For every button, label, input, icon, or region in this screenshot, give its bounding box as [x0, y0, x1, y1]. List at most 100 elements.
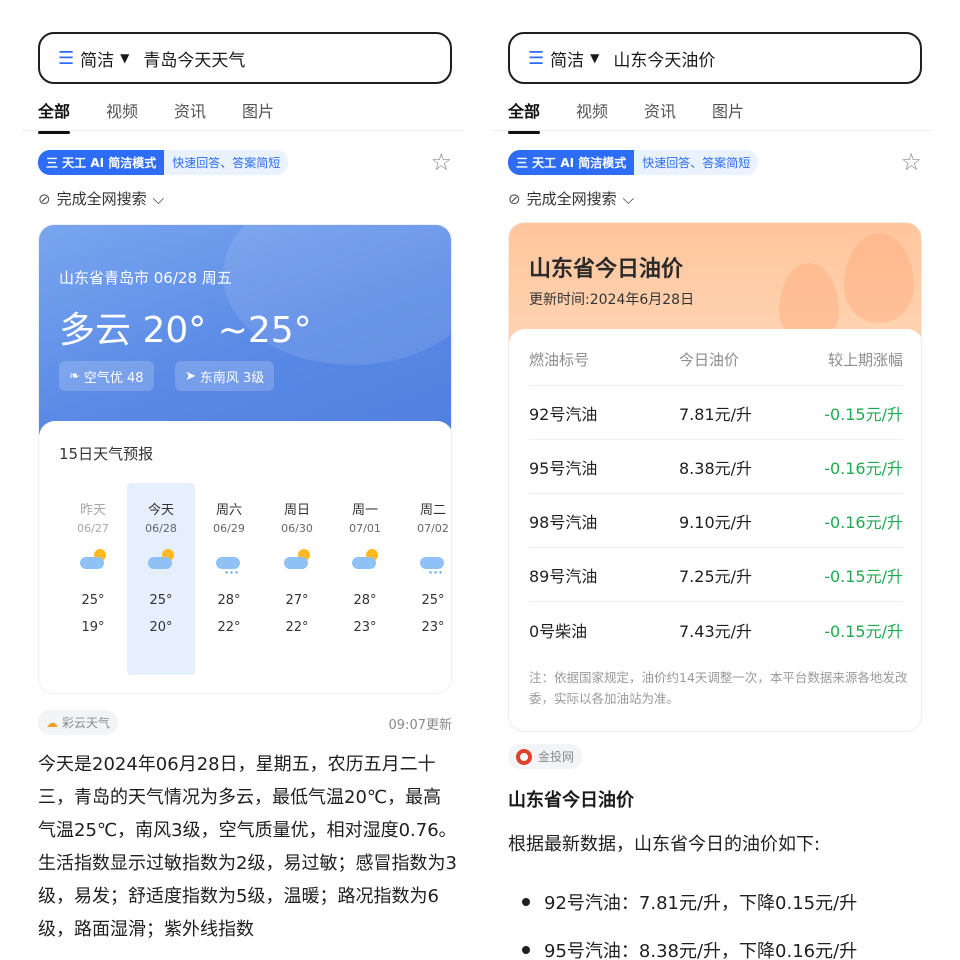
day-label: 周二 — [419, 503, 446, 518]
check-circle-icon: ⊘ — [508, 189, 521, 208]
fuel-change: -0.15元/升 — [824, 405, 903, 424]
table-row: 0号柴油 7.43元/升 -0.15元/升 — [529, 603, 903, 656]
search-bar[interactable]: ☰ 简洁 ▼ 山东今天油价 — [508, 32, 922, 84]
drop-decoration — [844, 233, 914, 323]
tab-video[interactable]: 视频 — [106, 98, 138, 130]
search-query[interactable]: 山东今天油价 — [613, 46, 715, 71]
tab-divider — [492, 130, 932, 131]
oil-note: 注：依据国家规定，油价约14天调整一次，本平台数据来源各地发改委，实际以各加油站… — [529, 670, 908, 706]
tab-video[interactable]: 视频 — [576, 98, 608, 130]
wind-chip: ➤ 东南风 3级 — [175, 361, 275, 391]
temp-high: 25° — [81, 593, 105, 608]
day-date: 07/01 — [349, 522, 381, 535]
table-header: 燃油标号 今日油价 较上期涨幅 — [529, 333, 903, 386]
temp-high: 28° — [353, 593, 377, 608]
fuel-name: 0号柴油 — [529, 621, 588, 641]
forecast-title: 15日天气预报 — [59, 445, 154, 463]
search-complete-toggle[interactable]: ⊘ 完成全网搜索 ⌵ — [38, 188, 164, 209]
update-time: 09:07更新 — [388, 718, 452, 733]
day-label: 周一 — [351, 503, 378, 518]
tab-all[interactable]: 全部 — [38, 98, 71, 134]
weather-card[interactable]: 山东省青岛市 06/28 周五 多云 20° ~25° ❧ 空气优 48 ➤ 东… — [38, 224, 452, 694]
fuel-change: -0.15元/升 — [824, 567, 903, 586]
forecast-day[interactable]: 周一 07/01 28° 23° — [331, 499, 399, 635]
caret-down-icon: ▼ — [590, 51, 600, 65]
fuel-price: 7.81元/升 — [679, 405, 753, 424]
ai-badge: 三 天工 AI 简洁模式 — [38, 150, 165, 175]
temp-low: 22° — [217, 620, 241, 635]
partly-cloudy-icon — [78, 549, 108, 571]
oil-search-panel: ☰ 简洁 ▼ 山东今天油价 全部 视频 资讯 图片 三 天工 AI 简洁模式 快… — [492, 0, 932, 960]
table-row: 98号汽油 9.10元/升 -0.16元/升 — [529, 495, 903, 548]
day-date: 07/02 — [417, 522, 449, 535]
air-quality-chip: ❧ 空气优 48 — [59, 361, 154, 391]
tab-divider — [22, 130, 462, 131]
mode-label: 简洁 — [80, 50, 115, 71]
table-row: 92号汽油 7.81元/升 -0.15元/升 — [529, 387, 903, 440]
chevron-down-icon: ⌵ — [152, 189, 164, 208]
tab-images[interactable]: 图片 — [712, 98, 744, 130]
bullet-text: 92号汽油：7.81元/升，下降0.15元/升 — [544, 893, 858, 914]
forecast-day[interactable]: 周二 07/02 ∙∙∙ 25° 23° — [399, 499, 451, 635]
mode-selector[interactable]: ☰ 简洁 ▼ — [528, 46, 613, 71]
weather-condition: 多云 20° ~25° — [59, 310, 312, 351]
weather-location: 山东省青岛市 06/28 周五 — [59, 269, 232, 287]
bullet-text: 95号汽油：8.38元/升，下降0.16元/升 — [544, 941, 858, 960]
caret-down-icon: ▼ — [120, 51, 130, 65]
weather-summary: 今天是2024年06月28日，星期五，农历五月二十三，青岛的天气情况为多云，最低… — [38, 754, 457, 940]
search-complete-toggle[interactable]: ⊘ 完成全网搜索 ⌵ — [508, 188, 634, 209]
table-row: 95号汽油 8.38元/升 -0.16元/升 — [529, 441, 903, 494]
source-tag[interactable]: ☁ 彩云天气 — [38, 710, 119, 735]
table-row: 89号汽油 7.25元/升 -0.15元/升 — [529, 549, 903, 602]
fuel-change: -0.16元/升 — [824, 513, 903, 532]
ai-desc: 快速回答、答案简短 — [634, 150, 759, 175]
partly-cloudy-icon — [282, 549, 312, 571]
source-name: 金投网 — [538, 750, 575, 764]
oil-update-time: 更新时间:2024年6月28日 — [529, 292, 695, 308]
search-bar[interactable]: ☰ 简洁 ▼ 青岛今天天气 — [38, 32, 452, 84]
tab-news[interactable]: 资讯 — [644, 98, 676, 130]
ai-badge: 三 天工 AI 简洁模式 — [508, 150, 635, 175]
fuel-price: 7.43元/升 — [679, 621, 753, 641]
fuel-name: 95号汽油 — [529, 459, 598, 478]
star-icon[interactable]: ☆ — [430, 148, 452, 176]
check-circle-icon: ⊘ — [38, 189, 51, 208]
star-icon[interactable]: ☆ — [900, 148, 922, 176]
result-tabs: 全部 视频 资讯 图片 — [38, 98, 274, 134]
bullet-icon — [522, 898, 530, 906]
fuel-name: 92号汽油 — [529, 405, 598, 424]
forecast-day[interactable]: 今天 06/28 25° 20° — [127, 499, 195, 635]
mode-selector[interactable]: ☰ 简洁 ▼ — [58, 46, 143, 71]
forecast-day[interactable]: 昨天 06/27 25° 19° — [59, 499, 127, 635]
temp-low: 23° — [421, 620, 445, 635]
fuel-name: 89号汽油 — [529, 567, 598, 586]
weather-header: 山东省青岛市 06/28 周五 多云 20° ~25° ❧ 空气优 48 ➤ 东… — [39, 225, 451, 435]
header-fuel: 燃油标号 — [529, 350, 590, 369]
chevron-down-icon: ⌵ — [622, 189, 634, 208]
tab-images[interactable]: 图片 — [242, 98, 274, 130]
fuel-price: 9.10元/升 — [679, 513, 753, 532]
tab-news[interactable]: 资讯 — [174, 98, 206, 130]
complete-label: 完成全网搜索 — [56, 190, 147, 208]
source-tag[interactable]: 金投网 — [508, 744, 583, 769]
day-label: 今天 — [147, 503, 174, 518]
header-price: 今日油价 — [679, 350, 740, 369]
oil-bullet-list: 92号汽油：7.81元/升，下降0.15元/升 95号汽油：8.38元/升，下降… — [508, 878, 857, 960]
bullet-icon — [522, 946, 530, 954]
temp-high: 27° — [285, 593, 309, 608]
oil-price-card[interactable]: 山东省今日油价 更新时间:2024年6月28日 燃油标号 今日油价 较上期涨幅 … — [508, 222, 922, 732]
forecast-day[interactable]: 周六 06/29 ∙∙∙ 28° 22° — [195, 499, 263, 635]
temp-low: 19° — [81, 620, 105, 635]
search-query[interactable]: 青岛今天天气 — [143, 46, 245, 71]
fuel-price: 7.25元/升 — [679, 567, 753, 586]
weather-search-panel: ☰ 简洁 ▼ 青岛今天天气 全部 视频 资讯 图片 三 天工 AI 简洁模式 快… — [22, 0, 462, 960]
header-change: 较上期涨幅 — [827, 350, 903, 369]
tab-all[interactable]: 全部 — [508, 98, 541, 134]
fuel-change: -0.15元/升 — [824, 621, 903, 641]
list-icon: ☰ — [58, 47, 75, 69]
forecast-day[interactable]: 周日 06/30 27° 22° — [263, 499, 331, 635]
jintou-logo-icon — [516, 748, 532, 765]
mode-label: 简洁 — [550, 50, 585, 71]
list-item: 92号汽油：7.81元/升，下降0.15元/升 — [508, 878, 857, 926]
wind-info: 东南风 3级 — [199, 370, 265, 386]
